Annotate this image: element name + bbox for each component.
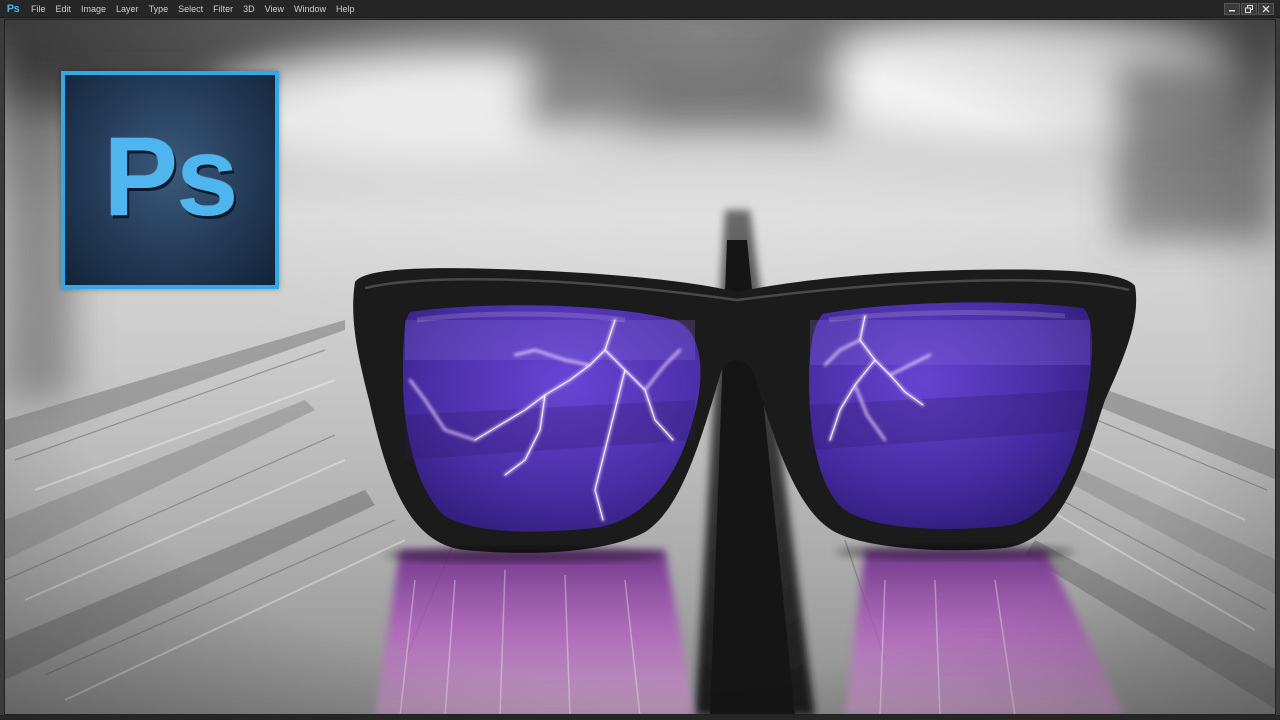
document-canvas[interactable]: Ps <box>4 19 1276 715</box>
photoshop-app-icon[interactable]: Ps <box>0 0 26 18</box>
window-controls <box>1224 0 1280 18</box>
minimize-button[interactable] <box>1224 2 1240 15</box>
photoshop-logo-inner: Ps <box>65 75 275 285</box>
menu-edit[interactable]: Edit <box>51 0 77 18</box>
menu-view[interactable]: View <box>260 0 289 18</box>
menu-help[interactable]: Help <box>331 0 360 18</box>
menu-image[interactable]: Image <box>76 0 111 18</box>
minimize-icon <box>1229 9 1235 11</box>
menu-bar: Ps File Edit Image Layer Type Select Fil… <box>0 0 1280 18</box>
close-icon <box>1262 5 1270 12</box>
menu-layer[interactable]: Layer <box>111 0 144 18</box>
close-button[interactable] <box>1258 2 1274 15</box>
menu-select[interactable]: Select <box>173 0 208 18</box>
restore-icon <box>1245 4 1253 13</box>
menu-window[interactable]: Window <box>289 0 331 18</box>
restore-button[interactable] <box>1241 2 1257 15</box>
menu-file[interactable]: File <box>26 0 51 18</box>
menu-type[interactable]: Type <box>144 0 174 18</box>
photoshop-logo: Ps <box>61 71 279 289</box>
menu-filter[interactable]: Filter <box>208 0 238 18</box>
bottom-strip <box>0 715 1280 720</box>
photoshop-logo-text: Ps <box>103 114 239 239</box>
menu-3d[interactable]: 3D <box>238 0 260 18</box>
